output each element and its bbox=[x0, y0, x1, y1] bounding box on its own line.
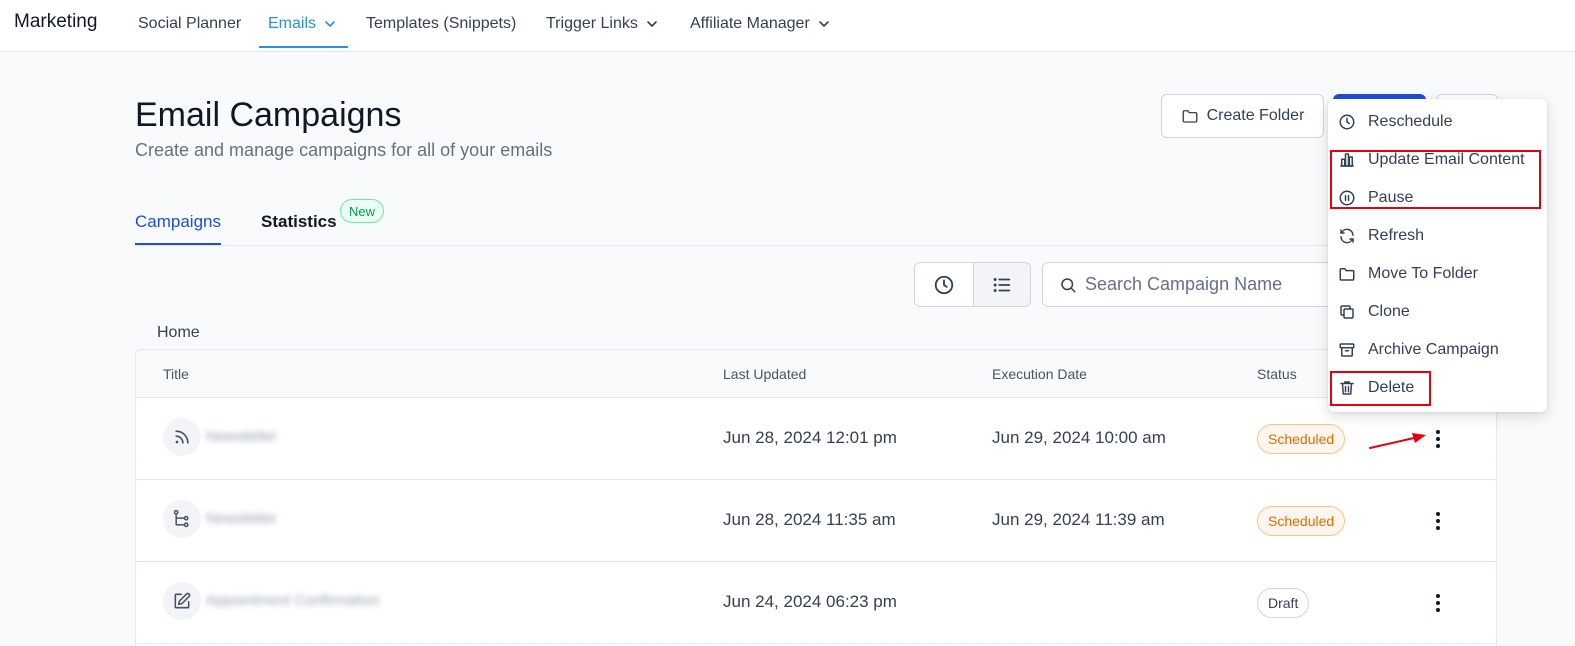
row-actions-button[interactable] bbox=[1427, 508, 1449, 534]
status-badge: Scheduled bbox=[1257, 424, 1346, 454]
last-updated-cell: Jun 28, 2024 12:01 pm bbox=[723, 428, 897, 447]
table-row[interactable]: Newsletter Jun 28, 2024 12:01 pm Jun 29,… bbox=[136, 398, 1496, 480]
menu-item-label: Pause bbox=[1368, 189, 1414, 206]
search-input[interactable] bbox=[1085, 274, 1335, 295]
table-row[interactable]: Newsletter Jun 28, 2024 11:35 am Jun 29,… bbox=[136, 480, 1496, 562]
clock-icon bbox=[1339, 114, 1355, 130]
rss-icon bbox=[163, 418, 201, 456]
top-nav: Marketing Social Planner Emails Template… bbox=[0, 0, 1575, 52]
nav-social-planner[interactable]: Social Planner bbox=[138, 14, 241, 34]
search-box bbox=[1042, 262, 1342, 307]
kebab-menu-icon bbox=[1436, 512, 1440, 530]
workflow-icon bbox=[163, 500, 201, 538]
create-folder-button[interactable]: Create Folder bbox=[1161, 94, 1324, 138]
view-toggle bbox=[914, 262, 1031, 307]
search-icon bbox=[1061, 277, 1076, 292]
clock-icon bbox=[934, 275, 953, 294]
annotation-arrow-icon bbox=[1369, 433, 1426, 449]
menu-item-label: Update Email Content bbox=[1368, 151, 1525, 168]
nav-item-label: Social Planner bbox=[138, 15, 242, 32]
nav-emails[interactable]: Emails bbox=[268, 14, 336, 34]
nav-item-label: Affiliate Manager bbox=[690, 15, 810, 32]
nav-trigger-links[interactable]: Trigger Links bbox=[546, 14, 658, 34]
last-updated-cell: Jun 28, 2024 11:35 am bbox=[723, 510, 896, 529]
menu-item-label: Move To Folder bbox=[1368, 265, 1478, 282]
tab-campaigns[interactable]: Campaigns bbox=[135, 212, 221, 232]
trash-icon bbox=[1340, 381, 1354, 395]
menu-item-refresh[interactable]: Refresh bbox=[1328, 218, 1547, 254]
row-actions-button[interactable] bbox=[1427, 590, 1449, 616]
chart-icon bbox=[1340, 153, 1354, 167]
row-actions-button[interactable] bbox=[1427, 426, 1449, 452]
create-folder-label: Create Folder bbox=[1206, 107, 1305, 124]
menu-item-archive-campaign[interactable]: Archive Campaign bbox=[1328, 332, 1547, 368]
chevron-down-icon bbox=[325, 21, 335, 27]
menu-item-clone[interactable]: Clone bbox=[1328, 294, 1547, 330]
list-icon bbox=[993, 277, 1010, 292]
campaign-title[interactable]: Newsletter bbox=[206, 510, 277, 527]
breadcrumb[interactable]: Home bbox=[157, 324, 200, 342]
menu-item-move-to-folder[interactable]: Move To Folder bbox=[1328, 256, 1547, 292]
page-title: Email Campaigns bbox=[135, 96, 402, 134]
menu-item-update-email-content[interactable]: Update Email Content bbox=[1328, 142, 1547, 178]
nav-active-indicator bbox=[259, 46, 348, 48]
new-badge: New bbox=[340, 199, 385, 223]
menu-item-delete[interactable]: Delete bbox=[1328, 370, 1547, 406]
campaign-title[interactable]: Newsletter bbox=[206, 428, 277, 445]
last-updated-cell: Jun 24, 2024 06:23 pm bbox=[723, 592, 897, 611]
kebab-menu-icon bbox=[1436, 430, 1440, 448]
list-view-button[interactable] bbox=[972, 263, 1030, 306]
refresh-icon bbox=[1340, 228, 1354, 244]
nav-item-label: Emails bbox=[268, 15, 317, 32]
column-status[interactable]: Status bbox=[1257, 366, 1297, 382]
column-last-updated[interactable]: Last Updated bbox=[723, 366, 806, 382]
table-header: Title Last Updated Execution Date Status bbox=[136, 350, 1496, 398]
kebab-menu-icon bbox=[1436, 594, 1440, 612]
timeline-view-button[interactable] bbox=[915, 263, 973, 306]
row-actions-menu: Reschedule Update Email Content Pause Re… bbox=[1328, 99, 1547, 412]
menu-item-label: Clone bbox=[1368, 303, 1410, 320]
page-subtitle: Create and manage campaigns for all of y… bbox=[135, 140, 553, 160]
menu-item-label: Reschedule bbox=[1368, 113, 1453, 130]
tabs-divider bbox=[135, 245, 1497, 246]
campaign-title[interactable]: Appointment Confirmation bbox=[206, 592, 379, 609]
nav-affiliate-manager[interactable]: Affiliate Manager bbox=[690, 14, 830, 34]
copy-icon bbox=[1340, 305, 1354, 319]
menu-item-label: Delete bbox=[1368, 379, 1415, 396]
nav-item-label: Trigger Links bbox=[546, 15, 638, 32]
status-badge: Draft bbox=[1257, 588, 1310, 618]
folder-icon bbox=[1339, 268, 1355, 281]
execution-date-cell: Jun 29, 2024 11:39 am bbox=[992, 510, 1165, 529]
chevron-down-icon bbox=[647, 21, 657, 27]
column-execution-date[interactable]: Execution Date bbox=[992, 366, 1087, 382]
status-badge: Scheduled bbox=[1257, 506, 1346, 536]
pause-icon bbox=[1339, 190, 1355, 206]
campaigns-table: Title Last Updated Execution Date Status… bbox=[135, 349, 1497, 646]
execution-date-cell: Jun 29, 2024 10:00 am bbox=[992, 428, 1166, 447]
menu-item-label: Refresh bbox=[1368, 227, 1425, 244]
menu-item-label: Archive Campaign bbox=[1368, 341, 1499, 358]
menu-item-pause[interactable]: Pause bbox=[1328, 180, 1547, 216]
chevron-down-icon bbox=[818, 21, 829, 27]
brand-title: Marketing bbox=[14, 11, 98, 32]
column-title[interactable]: Title bbox=[163, 366, 189, 382]
edit-icon bbox=[163, 582, 201, 620]
menu-item-reschedule[interactable]: Reschedule bbox=[1328, 104, 1547, 140]
folder-icon bbox=[1182, 110, 1198, 123]
nav-templates[interactable]: Templates (Snippets) bbox=[366, 14, 516, 34]
nav-item-label: Templates (Snippets) bbox=[366, 15, 517, 32]
table-row[interactable]: Appointment Confirmation Jun 24, 2024 06… bbox=[136, 562, 1496, 644]
tab-statistics[interactable]: Statistics bbox=[261, 212, 337, 232]
archive-icon bbox=[1339, 343, 1355, 357]
